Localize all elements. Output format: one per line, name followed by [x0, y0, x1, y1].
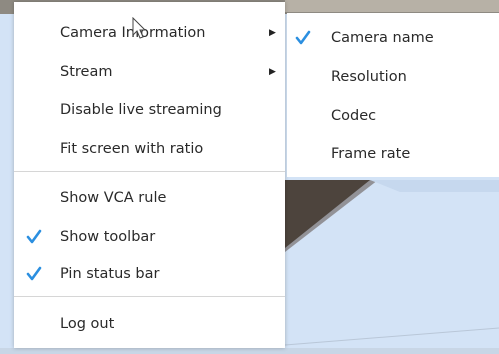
menu-item-label: Show toolbar [60, 229, 156, 245]
submenu-item-codec[interactable]: Codec [287, 97, 499, 136]
context-menu: Camera Information ▶ Stream ▶ Disable li… [14, 2, 285, 348]
menu-item-show-toolbar[interactable]: Show toolbar [14, 220, 285, 254]
menu-separator [14, 171, 285, 172]
menu-item-stream[interactable]: Stream ▶ [14, 55, 285, 89]
submenu-item-resolution[interactable]: Resolution [287, 58, 499, 97]
menu-item-pin-status-bar[interactable]: Pin status bar [14, 257, 285, 291]
caret-right-icon: ▶ [269, 67, 276, 77]
menu-item-label: Pin status bar [60, 266, 160, 282]
menu-item-label: Log out [60, 316, 115, 332]
submenu-item-frame-rate[interactable]: Frame rate [287, 135, 499, 174]
check-icon [295, 30, 311, 45]
menu-item-label: Stream [60, 64, 113, 80]
caret-right-icon: ▶ [269, 28, 276, 38]
menu-item-camera-information[interactable]: Camera Information ▶ [14, 16, 285, 50]
check-icon [26, 229, 42, 244]
menu-item-fit-screen-with-ratio[interactable]: Fit screen with ratio [14, 132, 285, 166]
menu-item-label: Show VCA rule [60, 190, 167, 206]
submenu-item-label: Camera name [331, 30, 434, 46]
submenu-item-label: Resolution [331, 69, 407, 85]
menu-item-label: Fit screen with ratio [60, 141, 204, 157]
menu-item-disable-live-streaming[interactable]: Disable live streaming [14, 93, 285, 127]
check-icon [26, 266, 42, 281]
menu-item-log-out[interactable]: Log out [14, 307, 285, 341]
menu-item-show-vca-rule[interactable]: Show VCA rule [14, 181, 285, 215]
camera-information-submenu: Camera name Resolution Codec Frame rate [287, 13, 499, 177]
menu-separator [14, 296, 285, 297]
mouse-pointer-icon [132, 17, 146, 39]
menu-item-label: Disable live streaming [60, 102, 222, 118]
submenu-item-camera-name[interactable]: Camera name [287, 19, 499, 58]
submenu-item-label: Frame rate [331, 146, 411, 162]
submenu-item-label: Codec [331, 108, 377, 124]
